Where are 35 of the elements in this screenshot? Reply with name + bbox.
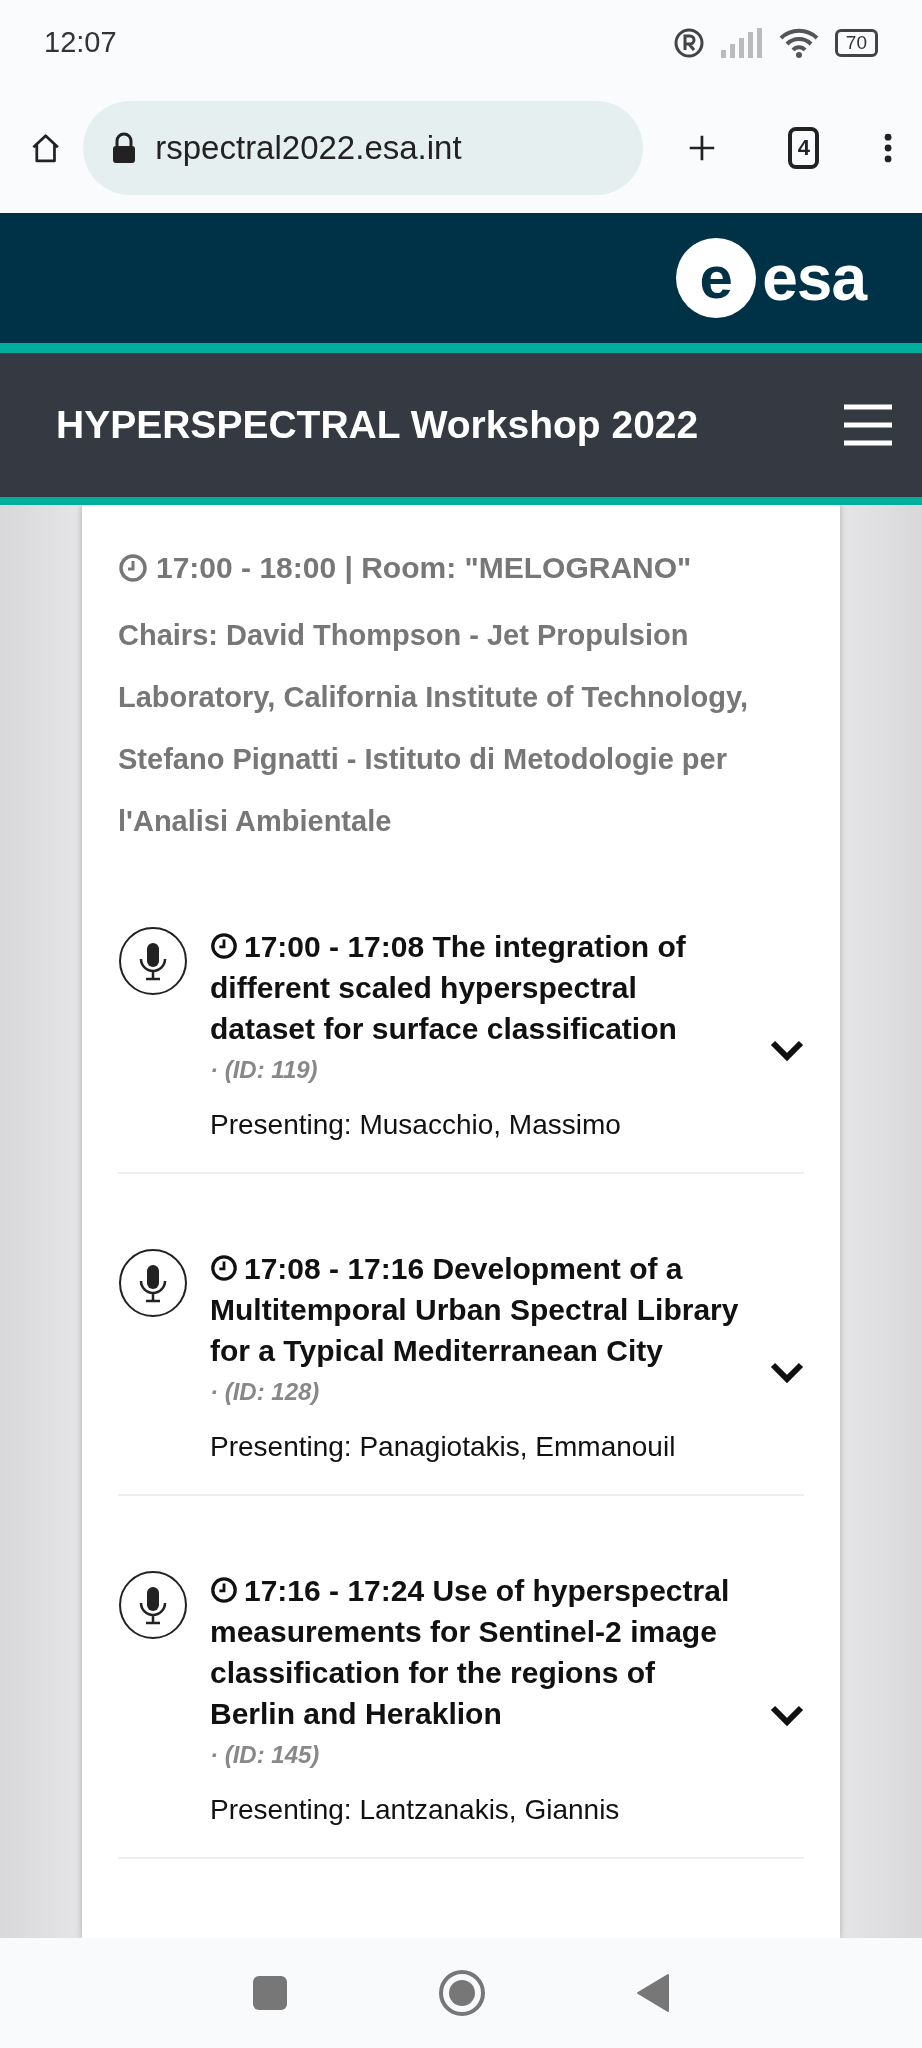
- menu-icon[interactable]: [842, 403, 894, 447]
- home-button-icon[interactable]: [438, 1969, 486, 2017]
- microphone-icon: [118, 926, 188, 996]
- session-chairs: Chairs: David Thompson - Jet Propulsion Laboratory, California Institute of Technology, Stefano Pignatti - Istituto di Metodologie per l'Analisi Ambientale: [118, 618, 749, 839]
- clock-time: 12:07: [44, 24, 117, 60]
- address-bar[interactable]: rspectral2022.esa.int: [83, 100, 644, 195]
- lock-icon: [111, 131, 138, 164]
- recents-icon[interactable]: [252, 1975, 288, 2011]
- talk-id: · (ID: 128): [210, 1377, 321, 1407]
- talk-title[interactable]: 17:00 - 17:08 The integration of different scaled hyperspectral dataset for surface classification: [210, 926, 748, 1049]
- session-time-room: 17:00 - 18:00 | Room: "MELOGRANO": [156, 550, 692, 586]
- clock-icon: [210, 1576, 238, 1604]
- presenter-text: Presenting: Panagiotakis, Emmanouil: [210, 1430, 677, 1464]
- esa-logo[interactable]: e esa: [676, 238, 866, 318]
- presenter-text: Presenting: Musacchio, Massimo: [210, 1108, 622, 1142]
- back-icon[interactable]: [636, 1973, 670, 2013]
- clock-icon: [118, 552, 148, 583]
- wifi-icon: [778, 27, 819, 58]
- talk-title[interactable]: 17:08 - 17:16 Development of a Multitemporal Urban Spectral Library for a Typical Mediterranean City: [210, 1248, 748, 1371]
- talk-id: · (ID: 145): [210, 1740, 321, 1770]
- url-text: rspectral2022.esa.int: [155, 127, 462, 168]
- chevron-icon[interactable]: [770, 1362, 804, 1384]
- clock-icon: [210, 932, 238, 960]
- clock-icon: [210, 1254, 238, 1282]
- signal-icon: [720, 27, 763, 58]
- battery-level: 70: [834, 28, 878, 57]
- registered-icon: [672, 26, 705, 59]
- talk-title[interactable]: 17:16 - 17:24 Use of hyperspectral measurements for Sentinel-2 image classification for the regions of Berlin and Heraklion: [210, 1570, 748, 1734]
- chevron-icon[interactable]: [770, 1040, 804, 1062]
- presenter-text: Presenting: Lantzanakis, Giannis: [210, 1793, 621, 1827]
- microphone-icon: [118, 1570, 188, 1640]
- talk-id: · (ID: 119): [210, 1055, 319, 1085]
- chevron-icon[interactable]: [770, 1704, 804, 1727]
- microphone-icon: [118, 1248, 188, 1318]
- tab-count[interactable]: 4: [788, 126, 820, 169]
